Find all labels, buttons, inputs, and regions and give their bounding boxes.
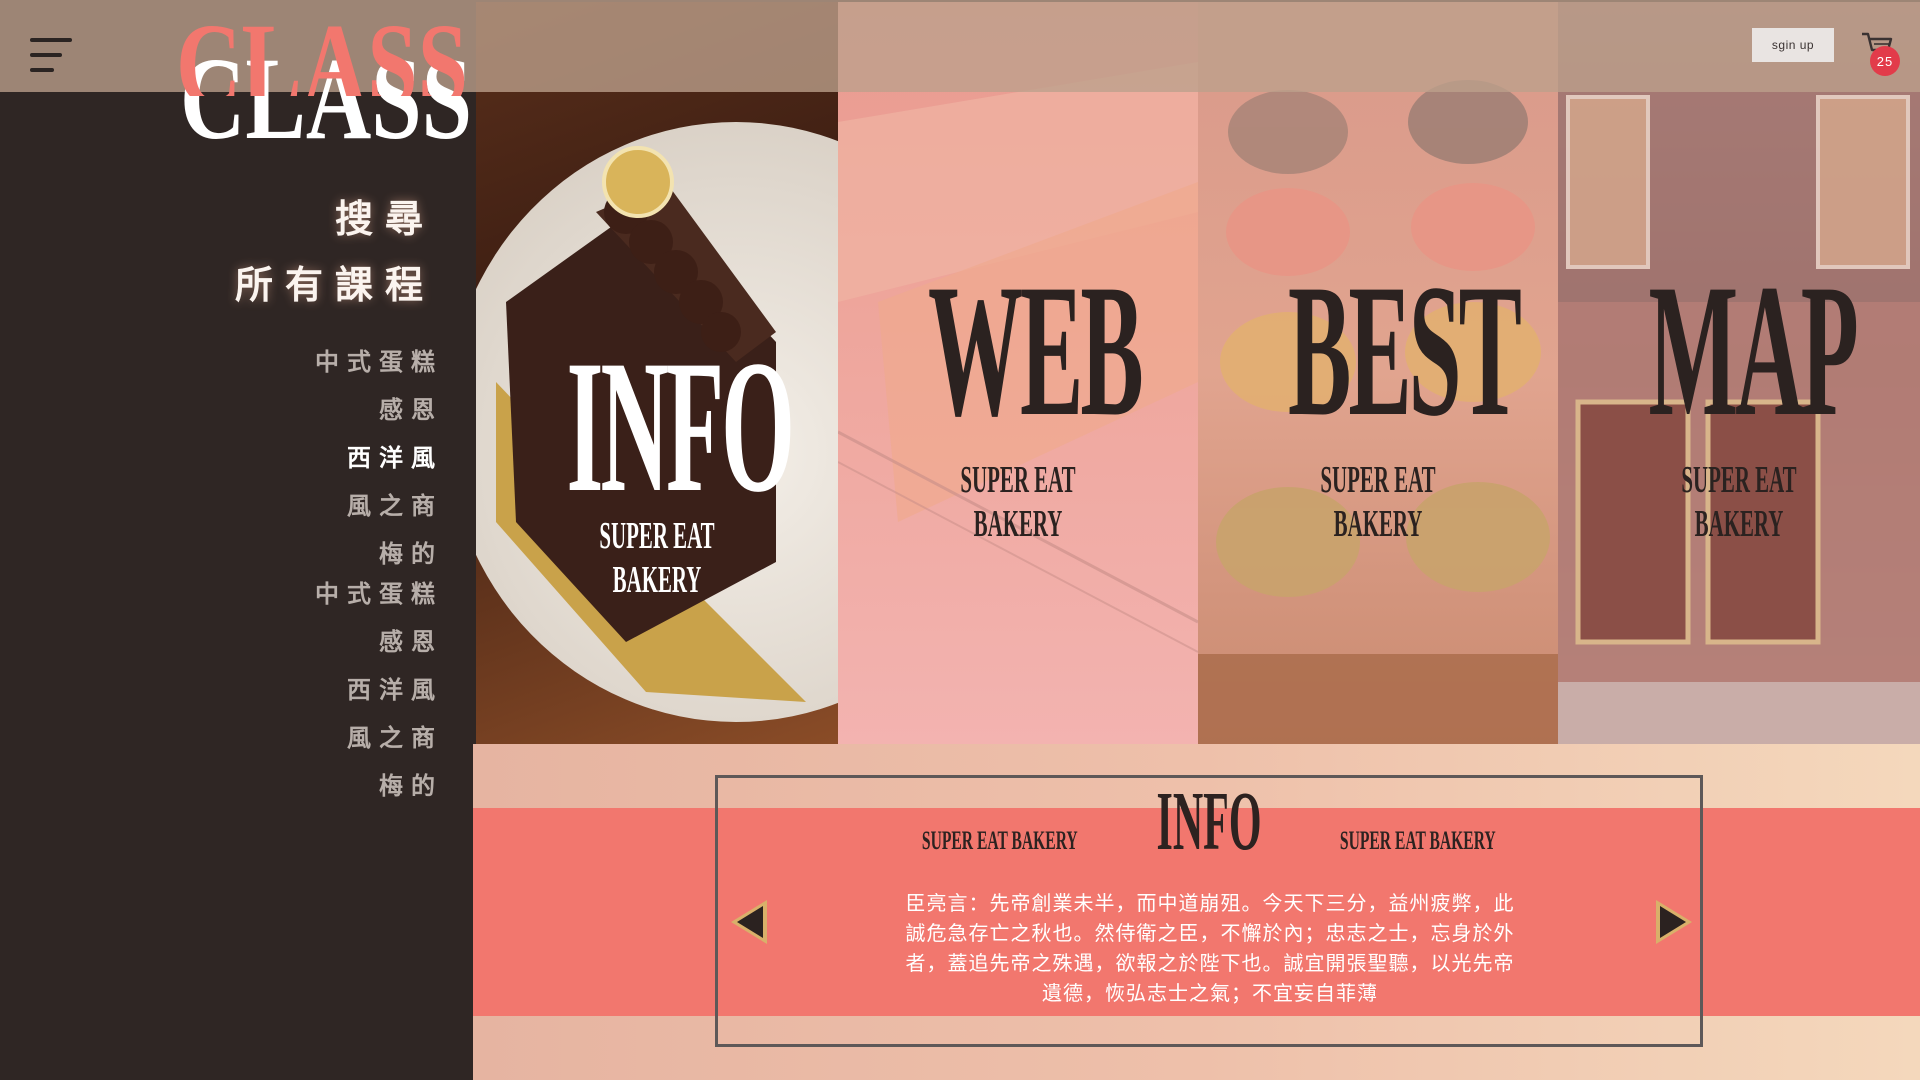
info-panel-subtitle: SUPER EAT BAKERY bbox=[599, 515, 715, 601]
category-item[interactable]: 中式蛋糕 bbox=[315, 350, 443, 374]
category-item[interactable]: 感恩 bbox=[315, 398, 443, 422]
best-panel[interactable]: BEST SUPER EAT BAKERY bbox=[1198, 2, 1558, 744]
map-panel-subtitle: SUPER EAT BAKERY bbox=[1681, 459, 1797, 545]
cart-count-badge: 25 bbox=[1870, 46, 1900, 76]
info-panel[interactable]: INFO SUPER EAT BAKERY bbox=[476, 2, 838, 744]
all-courses-link[interactable]: 所有課程 bbox=[235, 254, 435, 309]
web-panel-title: WEB bbox=[928, 246, 1144, 456]
sidebar: 搜尋 所有課程 中式蛋糕 感恩 西洋風 風之商 梅的 中式蛋糕 感恩 西洋風 風… bbox=[0, 0, 473, 1080]
category-item[interactable]: 風之商 bbox=[315, 726, 443, 750]
carousel-subtitle-left: SUPER EAT BAKERY bbox=[922, 826, 1079, 855]
carousel-heading: SUPER EAT BAKERY INFO SUPER EAT BAKERY bbox=[715, 780, 1703, 864]
web-panel[interactable]: WEB SUPER EAT BAKERY bbox=[838, 2, 1198, 744]
category-item-active[interactable]: 西洋風 bbox=[315, 446, 443, 470]
map-panel-title: MAP bbox=[1648, 246, 1859, 456]
hamburger-menu-icon[interactable] bbox=[30, 38, 72, 74]
triangle-right-icon[interactable] bbox=[1652, 898, 1696, 946]
category-item[interactable]: 西洋風 bbox=[315, 678, 443, 702]
category-item[interactable]: 梅的 bbox=[315, 542, 443, 566]
sign-up-button[interactable]: sgin up bbox=[1752, 28, 1834, 62]
class-logo-title: CLASS CLASS bbox=[176, 16, 472, 146]
best-panel-subtitle: SUPER EAT BAKERY bbox=[1320, 459, 1436, 545]
carousel-subtitle-right: SUPER EAT BAKERY bbox=[1339, 826, 1496, 855]
category-item[interactable]: 梅的 bbox=[315, 774, 443, 798]
triangle-left-icon[interactable] bbox=[727, 898, 771, 946]
search-link[interactable]: 搜尋 bbox=[335, 188, 435, 243]
best-panel-title: BEST bbox=[1288, 246, 1522, 456]
web-panel-subtitle: SUPER EAT BAKERY bbox=[960, 459, 1076, 545]
category-item[interactable]: 風之商 bbox=[315, 494, 443, 518]
carousel-title: INFO bbox=[1156, 775, 1262, 868]
map-panel[interactable]: MAP SUPER EAT BAKERY bbox=[1558, 2, 1920, 744]
info-panel-title: INFO bbox=[566, 322, 796, 532]
category-item[interactable]: 中式蛋糕 bbox=[315, 582, 443, 606]
category-list: 中式蛋糕 感恩 西洋風 風之商 梅的 中式蛋糕 感恩 西洋風 風之商 梅的 bbox=[315, 350, 443, 822]
carousel-text: 臣亮言：先帝創業未半，而中道崩殂。今天下三分，益州疲弊，此誠危急存亡之秋也。然侍… bbox=[905, 891, 1515, 1005]
category-item[interactable]: 感恩 bbox=[315, 630, 443, 654]
